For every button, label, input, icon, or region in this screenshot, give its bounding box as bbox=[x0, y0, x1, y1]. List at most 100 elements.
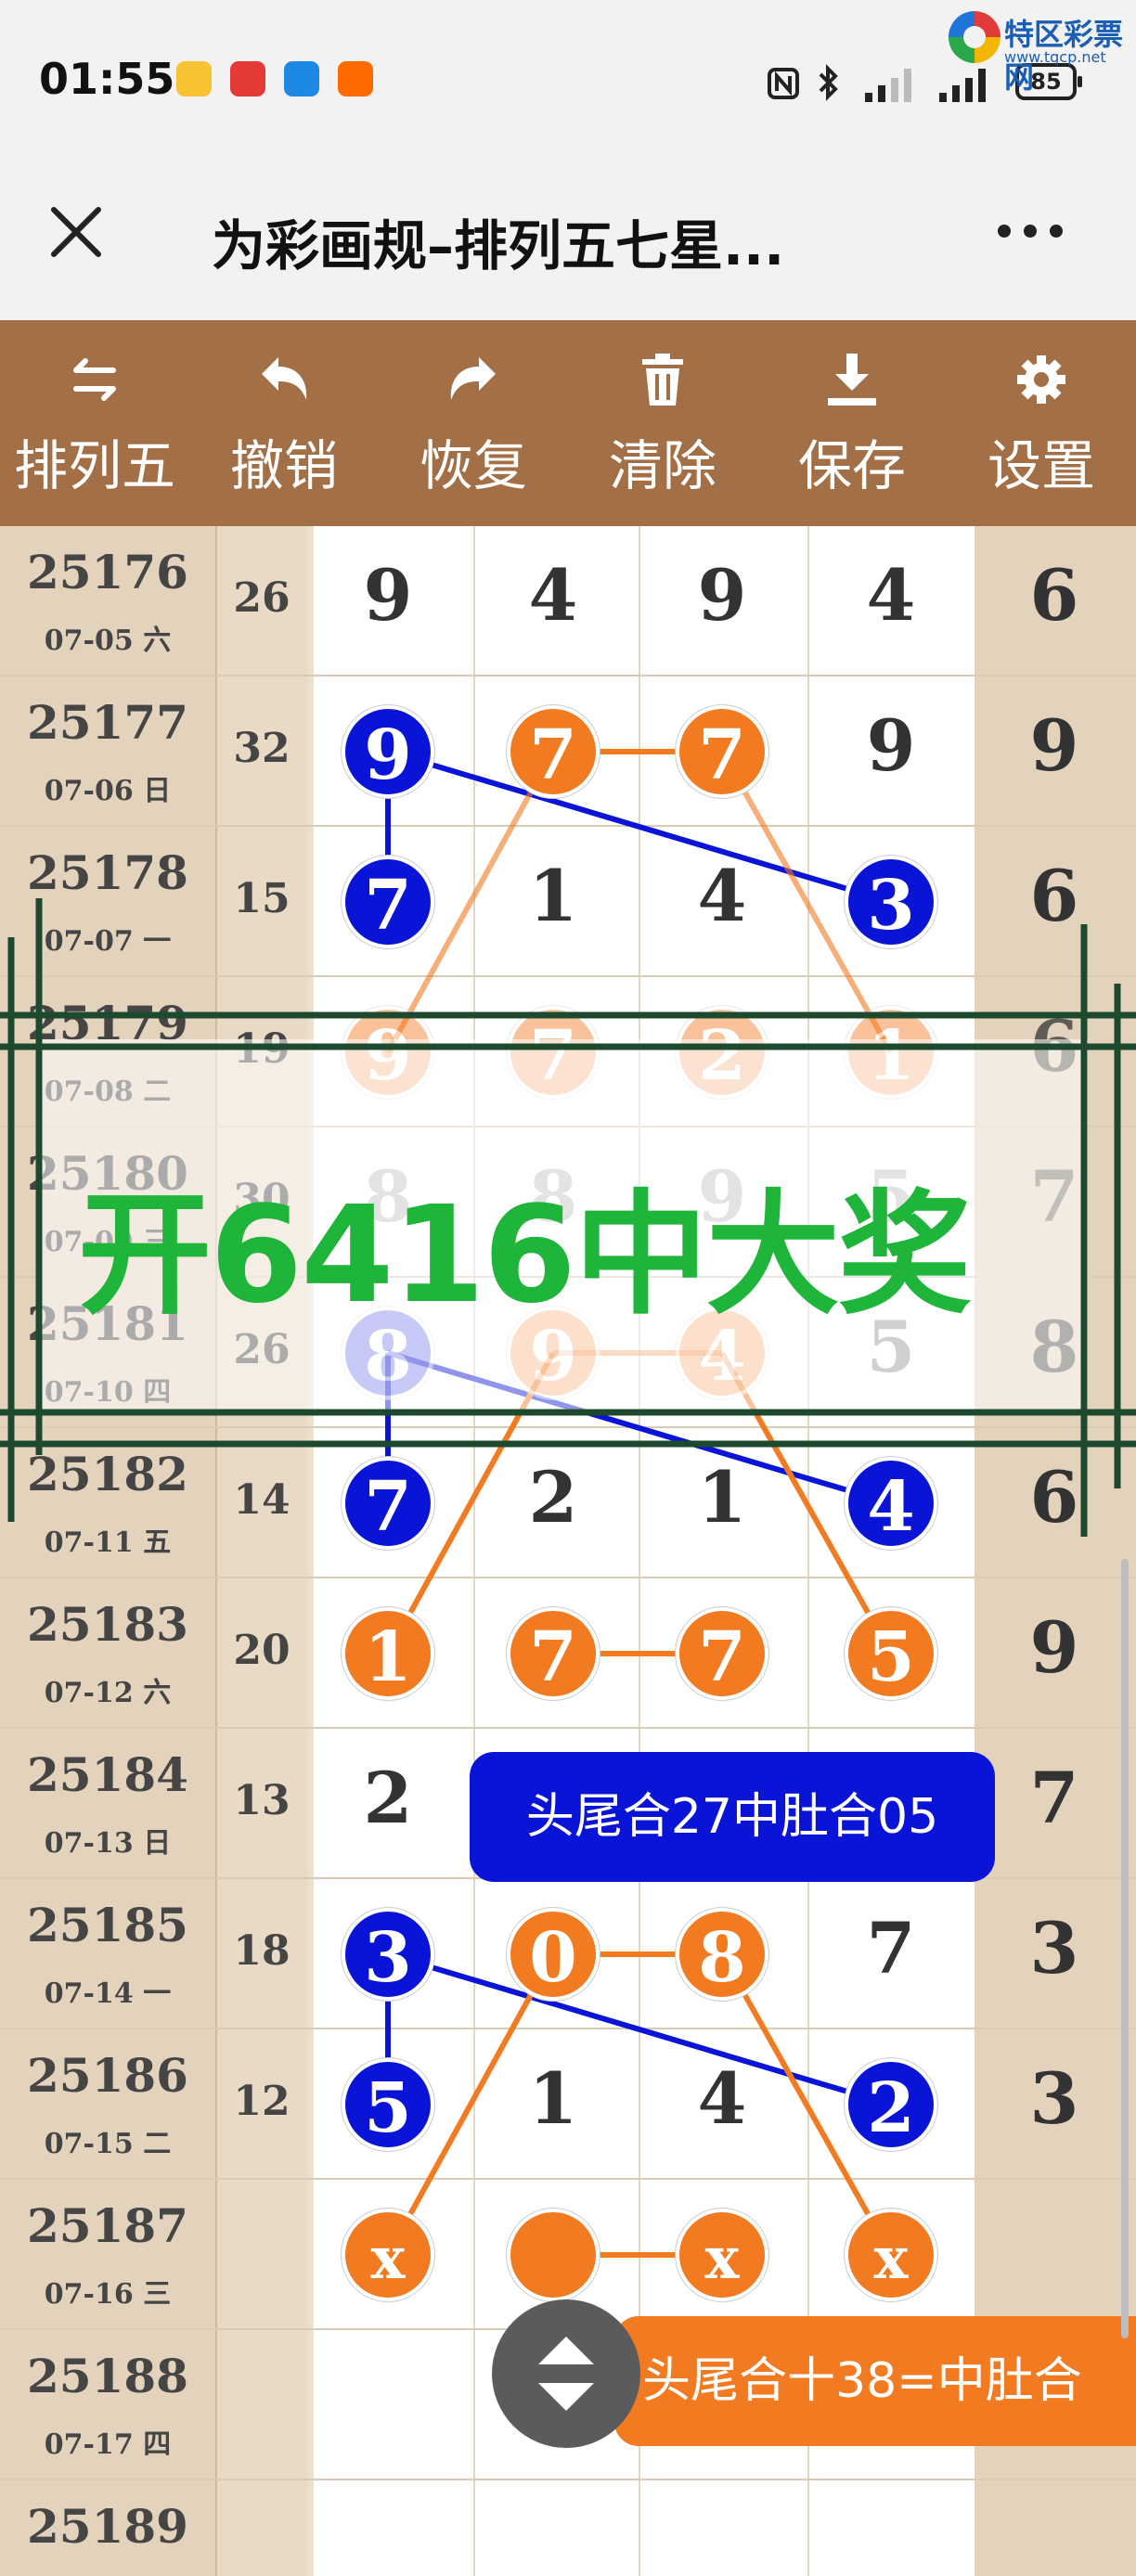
sum-value: 26 bbox=[233, 574, 290, 622]
draw-date: 07-13 日 bbox=[44, 1827, 172, 1860]
digit-ball[interactable]: 7 bbox=[342, 856, 434, 948]
sum-value: 12 bbox=[233, 2078, 290, 2125]
fifth-digit: 9 bbox=[1029, 1606, 1079, 1689]
digit-ball[interactable]: 3 bbox=[845, 856, 937, 948]
period-number: 25182 bbox=[27, 1447, 188, 1501]
save-label: 保存 bbox=[797, 434, 906, 497]
digit-cell[interactable]: 9 bbox=[845, 704, 937, 787]
period-number: 25186 bbox=[27, 2048, 188, 2103]
page-title: 为彩画规–排列五七星... bbox=[212, 214, 785, 277]
digit-ball[interactable]: 9 bbox=[342, 705, 434, 798]
digit-cell[interactable]: 9 bbox=[342, 554, 434, 637]
settings-label: 设置 bbox=[987, 434, 1095, 497]
signal-icon-2 bbox=[939, 69, 986, 102]
period-number: 25184 bbox=[27, 1747, 188, 1802]
digit-ball[interactable]: 1 bbox=[342, 1607, 434, 1700]
digit-cell[interactable]: 1 bbox=[507, 2057, 600, 2140]
watermark-url: www.tqcp.net bbox=[1004, 48, 1106, 66]
draw-date: 07-07 一 bbox=[44, 925, 172, 958]
trend-line bbox=[387, 749, 892, 905]
digit-ball[interactable]: 0 bbox=[507, 1908, 600, 2001]
draw-date: 07-16 三 bbox=[44, 2278, 172, 2311]
sum-tooltip-secondary: 头尾合十38=中肚合 bbox=[614, 2316, 1136, 2446]
save-button[interactable]: 保存 bbox=[757, 320, 947, 526]
digit-cell[interactable]: 4 bbox=[676, 855, 768, 937]
trend-grid[interactable]: 25176 07-05 六 26 9 4 9 4 6 25177 07-06 日 32 9 7 7 9 9 25… bbox=[0, 526, 1136, 2576]
clear-button[interactable]: 清除 bbox=[568, 320, 757, 526]
sum-value: 18 bbox=[233, 1927, 290, 1975]
digit-cell[interactable]: 4 bbox=[845, 554, 937, 637]
digit-ball[interactable]: x bbox=[676, 2209, 768, 2301]
sum-value: 13 bbox=[233, 1777, 290, 1824]
title-bar: 为彩画规–排列五七星... bbox=[0, 167, 1136, 320]
undo-button[interactable]: 撤销 bbox=[189, 320, 379, 526]
lottery-type-button[interactable]: 排列五 bbox=[0, 320, 189, 526]
digit-ball[interactable]: 7 bbox=[507, 1607, 600, 1700]
empty-digit-ball[interactable] bbox=[507, 2209, 600, 2301]
draw-date: 07-15 二 bbox=[44, 2128, 172, 2160]
taobao-app-icon bbox=[338, 61, 373, 97]
digit-cell[interactable]: 4 bbox=[507, 554, 600, 637]
digit-cell[interactable]: 7 bbox=[845, 1907, 937, 1990]
gear-icon bbox=[1017, 355, 1065, 404]
fifth-digit: 6 bbox=[1029, 554, 1079, 637]
redo-icon bbox=[450, 357, 496, 400]
digit-ball[interactable]: 7 bbox=[676, 705, 768, 798]
period-number: 25177 bbox=[27, 695, 188, 750]
digit-ball[interactable]: 3 bbox=[342, 1908, 434, 2001]
digit-cell[interactable]: 9 bbox=[676, 554, 768, 637]
sum-value: 15 bbox=[233, 875, 290, 922]
period-number: 25178 bbox=[27, 845, 188, 900]
draw-date: 07-06 日 bbox=[44, 775, 172, 807]
period-number: 25187 bbox=[27, 2198, 188, 2253]
draw-date: 07-17 四 bbox=[44, 2428, 172, 2461]
red-app-icon bbox=[230, 61, 265, 97]
lottery-type-label: 排列五 bbox=[13, 434, 175, 497]
swap-icon bbox=[73, 358, 116, 401]
toolbar: 排列五 撤销 恢复 清除 保存 设置 bbox=[0, 320, 1136, 526]
fifth-digit: 6 bbox=[1029, 1456, 1079, 1539]
weibo-app-icon bbox=[176, 61, 212, 97]
fifth-digit: 3 bbox=[1029, 2057, 1079, 2140]
more-options-icon[interactable] bbox=[993, 217, 1067, 245]
fifth-digit: 7 bbox=[1029, 1757, 1079, 1839]
redo-label: 恢复 bbox=[419, 434, 527, 497]
digit-ball[interactable]: x bbox=[845, 2209, 937, 2301]
up-down-arrows-icon bbox=[538, 2337, 594, 2411]
digit-cell[interactable]: 2 bbox=[507, 1456, 600, 1539]
draw-date: 07-12 六 bbox=[44, 1677, 172, 1709]
digit-cell[interactable]: 1 bbox=[507, 855, 600, 937]
bluetooth-icon bbox=[819, 64, 838, 101]
status-time: 01:55 bbox=[39, 54, 175, 104]
settings-button[interactable]: 设置 bbox=[947, 320, 1136, 526]
digit-cell[interactable]: 2 bbox=[342, 1757, 434, 1839]
digit-ball[interactable]: 4 bbox=[845, 1457, 937, 1550]
fifth-digit: 6 bbox=[1029, 855, 1079, 937]
close-icon[interactable] bbox=[46, 202, 106, 262]
cloud-app-icon bbox=[284, 61, 319, 97]
undo-label: 撤销 bbox=[229, 434, 338, 497]
redo-button[interactable]: 恢复 bbox=[379, 320, 568, 526]
scroll-toggle-button[interactable] bbox=[492, 2299, 640, 2448]
digit-cell[interactable]: 4 bbox=[676, 2057, 768, 2140]
period-number: 25188 bbox=[27, 2349, 188, 2403]
sum-tooltip: 头尾合27中肚合05 bbox=[470, 1752, 995, 1882]
digit-ball[interactable]: 7 bbox=[676, 1607, 768, 1700]
digit-ball[interactable]: 5 bbox=[845, 1607, 937, 1700]
nfc-icon bbox=[768, 68, 799, 99]
digit-ball[interactable]: 2 bbox=[845, 2058, 937, 2151]
period-number: 25185 bbox=[27, 1898, 188, 1952]
trash-icon bbox=[642, 354, 683, 406]
scrollbar[interactable] bbox=[1121, 1559, 1129, 2338]
digit-ball[interactable]: 7 bbox=[507, 705, 600, 798]
period-number: 25176 bbox=[27, 545, 188, 599]
digit-ball[interactable]: 5 bbox=[342, 2058, 434, 2151]
digit-ball[interactable]: 7 bbox=[342, 1457, 434, 1550]
download-icon bbox=[828, 354, 876, 406]
digit-ball[interactable]: x bbox=[342, 2209, 434, 2301]
overlay-promo-text: 开6416中大奖 bbox=[78, 1177, 972, 1333]
signal-icon-1 bbox=[865, 69, 911, 102]
digit-cell[interactable]: 1 bbox=[676, 1456, 768, 1539]
period-number: 25183 bbox=[27, 1597, 188, 1652]
digit-ball[interactable]: 8 bbox=[676, 1908, 768, 2001]
